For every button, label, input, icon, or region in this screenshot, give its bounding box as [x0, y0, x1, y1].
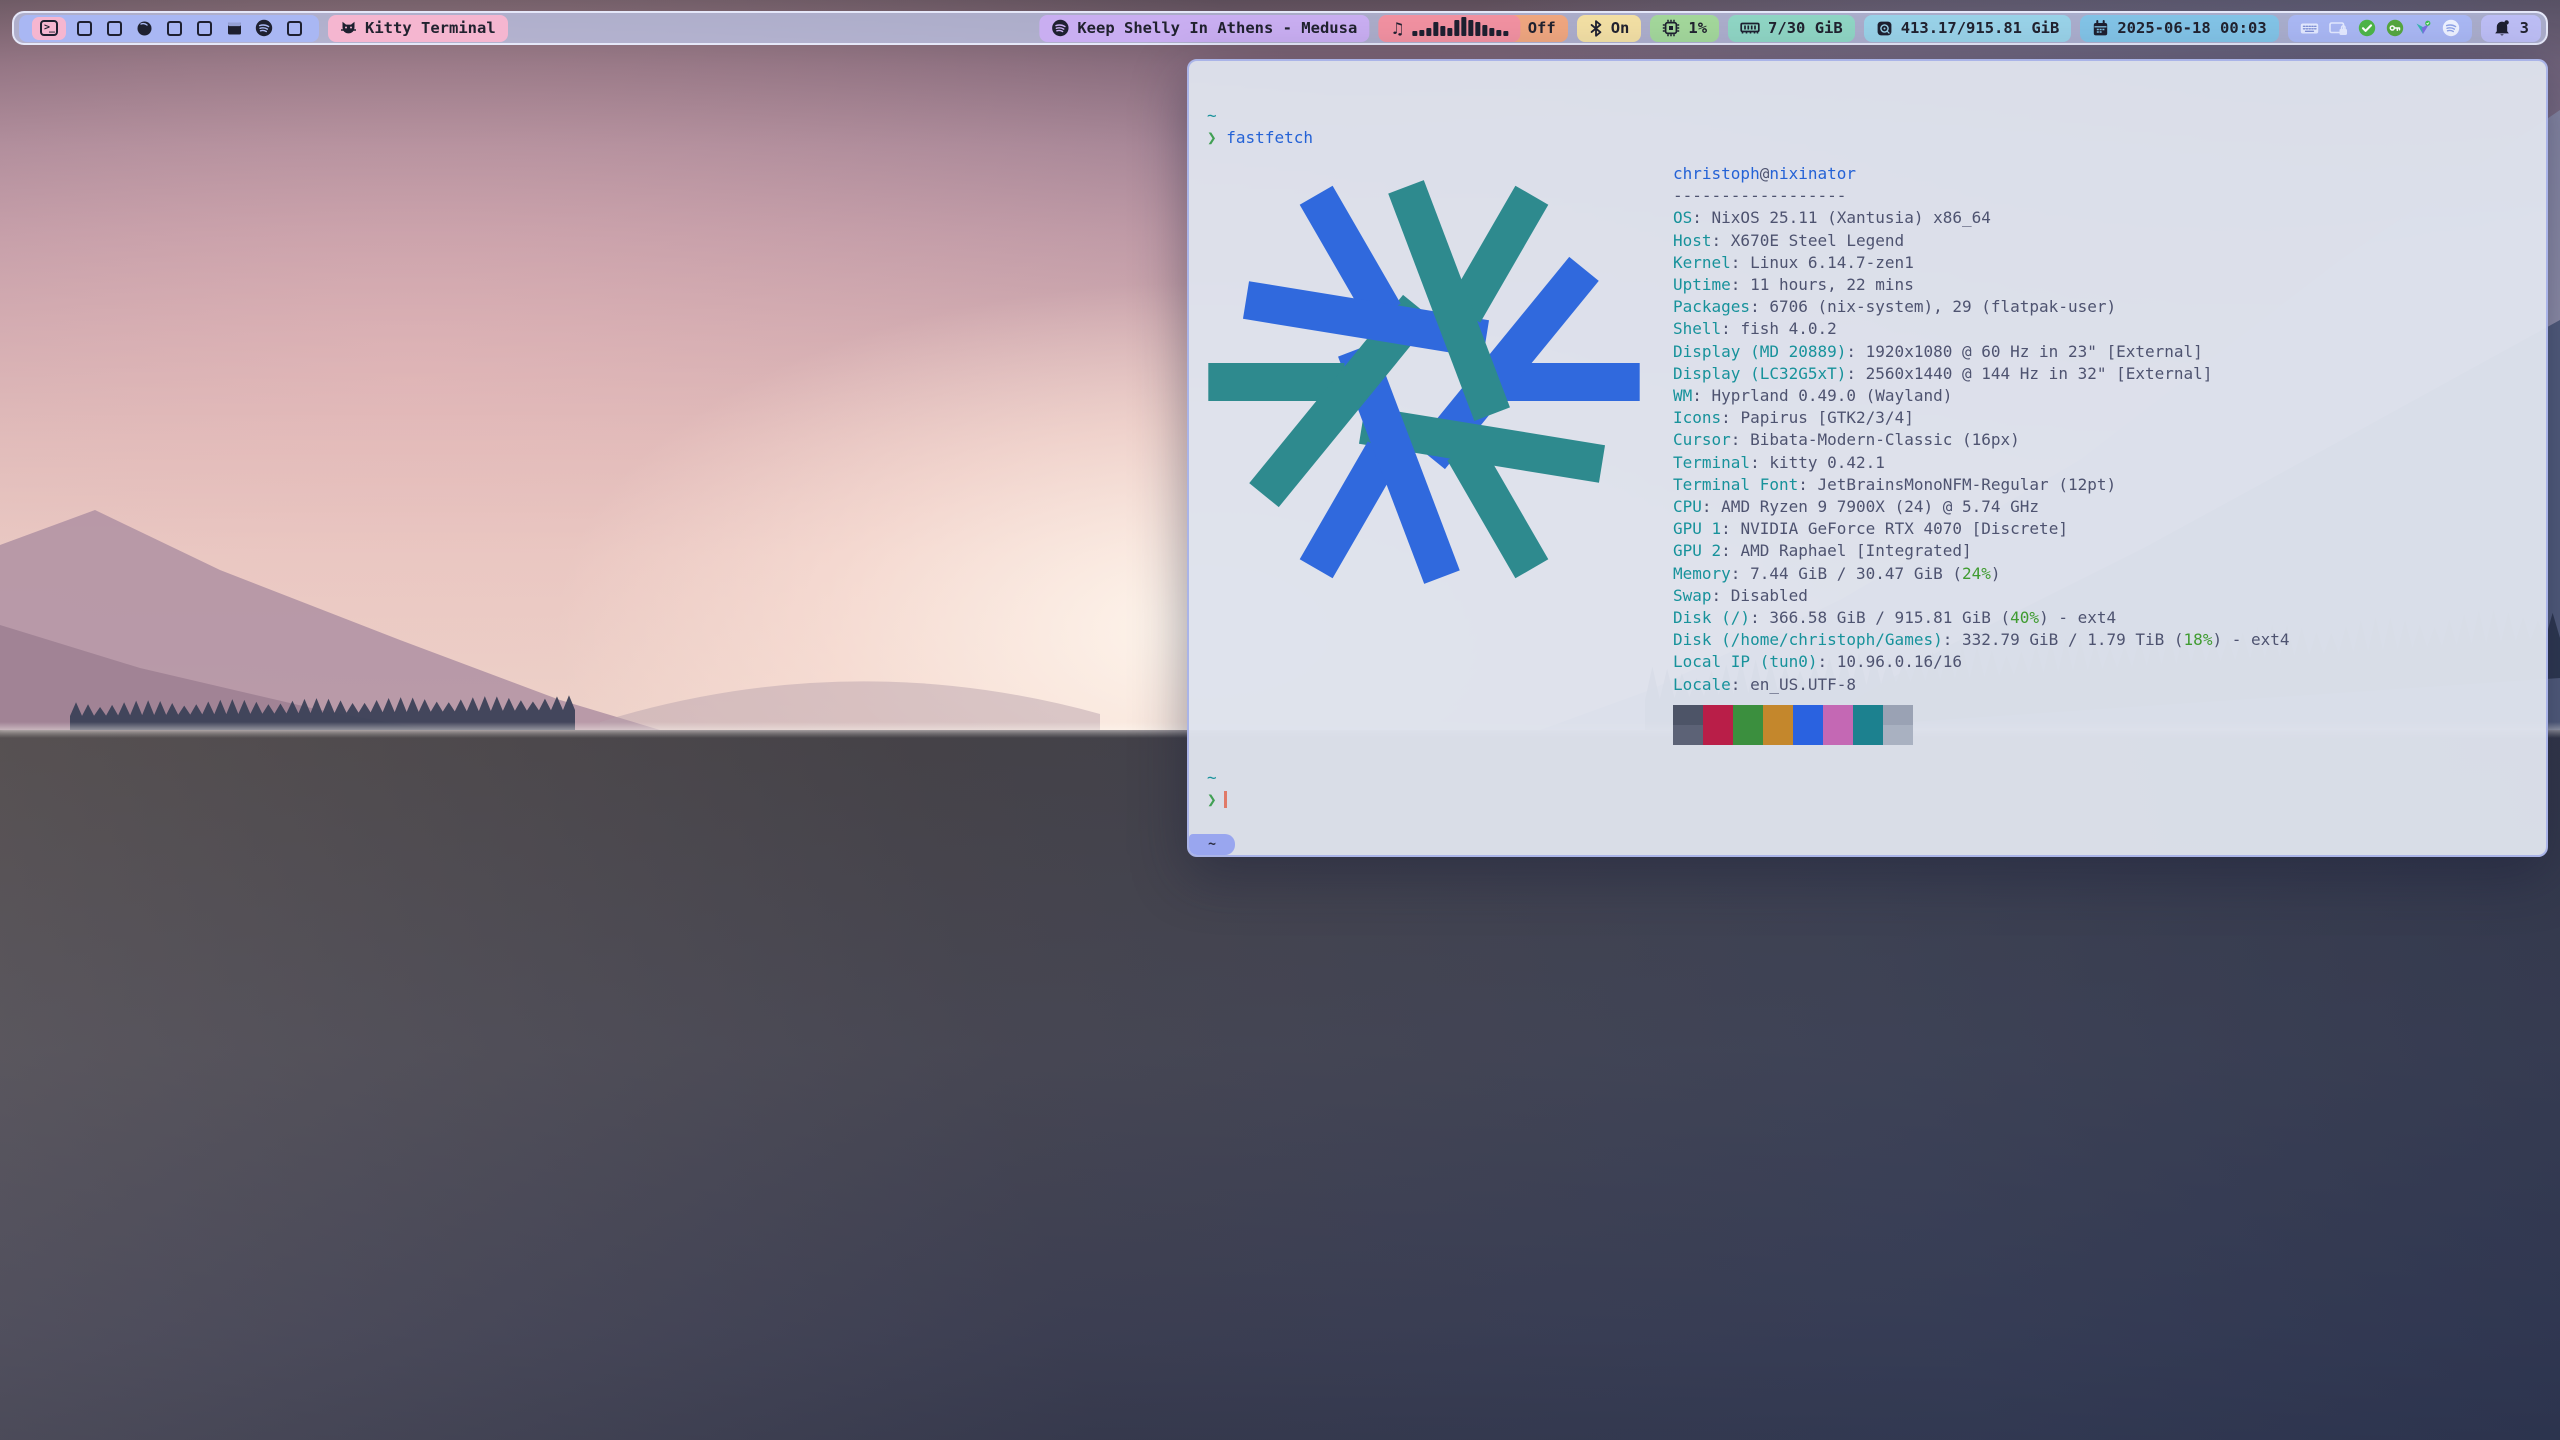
- window-title-label: Kitty Terminal: [365, 19, 496, 37]
- bar-right-group: 85%OffOn1%7/30 GiB413.17/915.81 GiB2025-…: [1402, 15, 2541, 42]
- memory-module[interactable]: 7/30 GiB: [1728, 15, 1855, 42]
- fastfetch-line: Display (MD 20889): 1920x1080 @ 60 Hz in…: [1673, 341, 2290, 363]
- keyboard-icon[interactable]: [2300, 21, 2319, 36]
- network-label: Off: [1528, 19, 1556, 37]
- workspace-6[interactable]: [189, 15, 219, 42]
- calendar-icon: [2092, 20, 2109, 37]
- status-bar: >_ Kitty Terminal Keep Shelly In Athens …: [12, 11, 2548, 45]
- bar-center-group: Keep Shelly In Athens - Medusa ♫: [1039, 13, 1520, 43]
- notification-count: 3: [2520, 19, 2529, 37]
- workspace-9[interactable]: [279, 15, 309, 42]
- prompt-symbol: ❯: [1207, 128, 1217, 147]
- ram-icon: [1740, 20, 1760, 36]
- fastfetch-output: christoph@nixinator------------------OS:…: [1673, 163, 2290, 745]
- fastfetch-line: Disk (/home/christoph/Games): 332.79 GiB…: [1673, 629, 2290, 651]
- cpu-module[interactable]: 1%: [1650, 15, 1719, 42]
- fastfetch-line: Cursor: Bibata-Modern-Classic (16px): [1673, 429, 2290, 451]
- media-player-module[interactable]: Keep Shelly In Athens - Medusa: [1039, 15, 1369, 42]
- fastfetch-line: Locale: en_US.UTF-8: [1673, 674, 2290, 696]
- cat-icon: [340, 20, 357, 36]
- clipboard-lock-icon[interactable]: [2329, 20, 2348, 36]
- fastfetch-line: Swap: Disabled: [1673, 585, 2290, 607]
- workspaces: >_: [19, 15, 319, 42]
- workspace-8[interactable]: [249, 15, 279, 42]
- key-icon[interactable]: [2386, 19, 2404, 37]
- fastfetch-line: Icons: Papirus [GTK2/3/4]: [1673, 407, 2290, 429]
- fastfetch-line: Terminal Font: JetBrainsMonoNFM-Regular …: [1673, 474, 2290, 496]
- fastfetch-line: Memory: 7.44 GiB / 30.47 GiB (24%): [1673, 563, 2290, 585]
- sync-icon[interactable]: [2414, 19, 2432, 37]
- fastfetch-line: CPU: AMD Ryzen 9 7900X (24) @ 5.74 GHz: [1673, 496, 2290, 518]
- fastfetch-line: Disk (/): 366.58 GiB / 915.81 GiB (40%) …: [1673, 607, 2290, 629]
- notifications-module[interactable]: 3: [2481, 15, 2541, 42]
- cpu-label: 1%: [1688, 19, 1707, 37]
- now-playing-label: Keep Shelly In Athens - Medusa: [1077, 19, 1357, 37]
- clock-module[interactable]: 2025-06-18 00:03: [2080, 15, 2278, 42]
- terminal-color-palette: [1673, 705, 2290, 745]
- disk-icon: [1876, 20, 1893, 37]
- workspace-5[interactable]: [159, 15, 189, 42]
- active-window-title[interactable]: Kitty Terminal: [328, 15, 508, 42]
- nixos-logo: [1203, 161, 1645, 603]
- fastfetch-line: GPU 2: AMD Raphael [Integrated]: [1673, 540, 2290, 562]
- terminal-window[interactable]: ~ ❯ fastfetch christoph@nixinator-------…: [1187, 59, 2548, 857]
- spotify-tray-icon[interactable]: [2442, 19, 2460, 37]
- fastfetch-line: Display (LC32G5xT): 2560x1440 @ 144 Hz i…: [1673, 363, 2290, 385]
- workspace-1-active[interactable]: >_: [32, 17, 66, 40]
- terminal-tab[interactable]: ~: [1189, 834, 1235, 855]
- system-tray: [2288, 15, 2472, 42]
- fastfetch-line: ------------------: [1673, 185, 2290, 207]
- fastfetch-line: Terminal: kitty 0.42.1: [1673, 452, 2290, 474]
- bluetooth-module[interactable]: On: [1577, 15, 1642, 42]
- workspace-2[interactable]: [69, 15, 99, 42]
- memory-label: 7/30 GiB: [1768, 19, 1843, 37]
- spotify-icon: [1051, 19, 1069, 37]
- workspace-4[interactable]: [129, 15, 159, 42]
- fastfetch-line: GPU 1: NVIDIA GeForce RTX 4070 [Discrete…: [1673, 518, 2290, 540]
- fastfetch-line: Packages: 6706 (nix-system), 29 (flatpak…: [1673, 296, 2290, 318]
- workspace-3[interactable]: [99, 15, 129, 42]
- prompt-path: ~: [1207, 106, 1217, 125]
- disk-label: 413.17/915.81 GiB: [1901, 19, 2060, 37]
- fastfetch-line: WM: Hyprland 0.49.0 (Wayland): [1673, 385, 2290, 407]
- status-modules: 85%OffOn1%7/30 GiB413.17/915.81 GiB2025-…: [1402, 15, 2279, 42]
- workspace-7[interactable]: [219, 15, 249, 42]
- music-note-icon: ♫: [1390, 19, 1404, 38]
- fastfetch-line: Host: X670E Steel Legend: [1673, 230, 2290, 252]
- fastfetch-line: Kernel: Linux 6.14.7-zen1: [1673, 252, 2290, 274]
- fastfetch-line: Local IP (tun0): 10.96.0.16/16: [1673, 651, 2290, 673]
- previous-prompt: ~ ❯ fastfetch: [1207, 105, 1313, 149]
- bluetooth-icon: [1589, 20, 1603, 37]
- current-prompt[interactable]: ~ ❯: [1207, 767, 1227, 811]
- bluetooth-label: On: [1611, 19, 1630, 37]
- desktop: >_ Kitty Terminal Keep Shelly In Athens …: [0, 0, 2560, 1440]
- text-cursor: [1224, 791, 1227, 808]
- check-circle-icon[interactable]: [2358, 19, 2376, 37]
- visualizer-bars: [1413, 20, 1509, 36]
- fastfetch-line: OS: NixOS 25.11 (Xantusia) x86_64: [1673, 207, 2290, 229]
- bell-icon: [2493, 19, 2512, 37]
- disk-module[interactable]: 413.17/915.81 GiB: [1864, 15, 2072, 42]
- command-text: fastfetch: [1226, 128, 1313, 147]
- audio-visualizer-module[interactable]: ♫: [1378, 15, 1520, 42]
- fastfetch-line: Shell: fish 4.0.2: [1673, 318, 2290, 340]
- cpu-icon: [1662, 19, 1680, 37]
- fastfetch-line: Uptime: 11 hours, 22 mins: [1673, 274, 2290, 296]
- fastfetch-line: christoph@nixinator: [1673, 163, 2290, 185]
- bar-left-group: >_ Kitty Terminal: [19, 15, 508, 42]
- clock-label: 2025-06-18 00:03: [2117, 19, 2266, 37]
